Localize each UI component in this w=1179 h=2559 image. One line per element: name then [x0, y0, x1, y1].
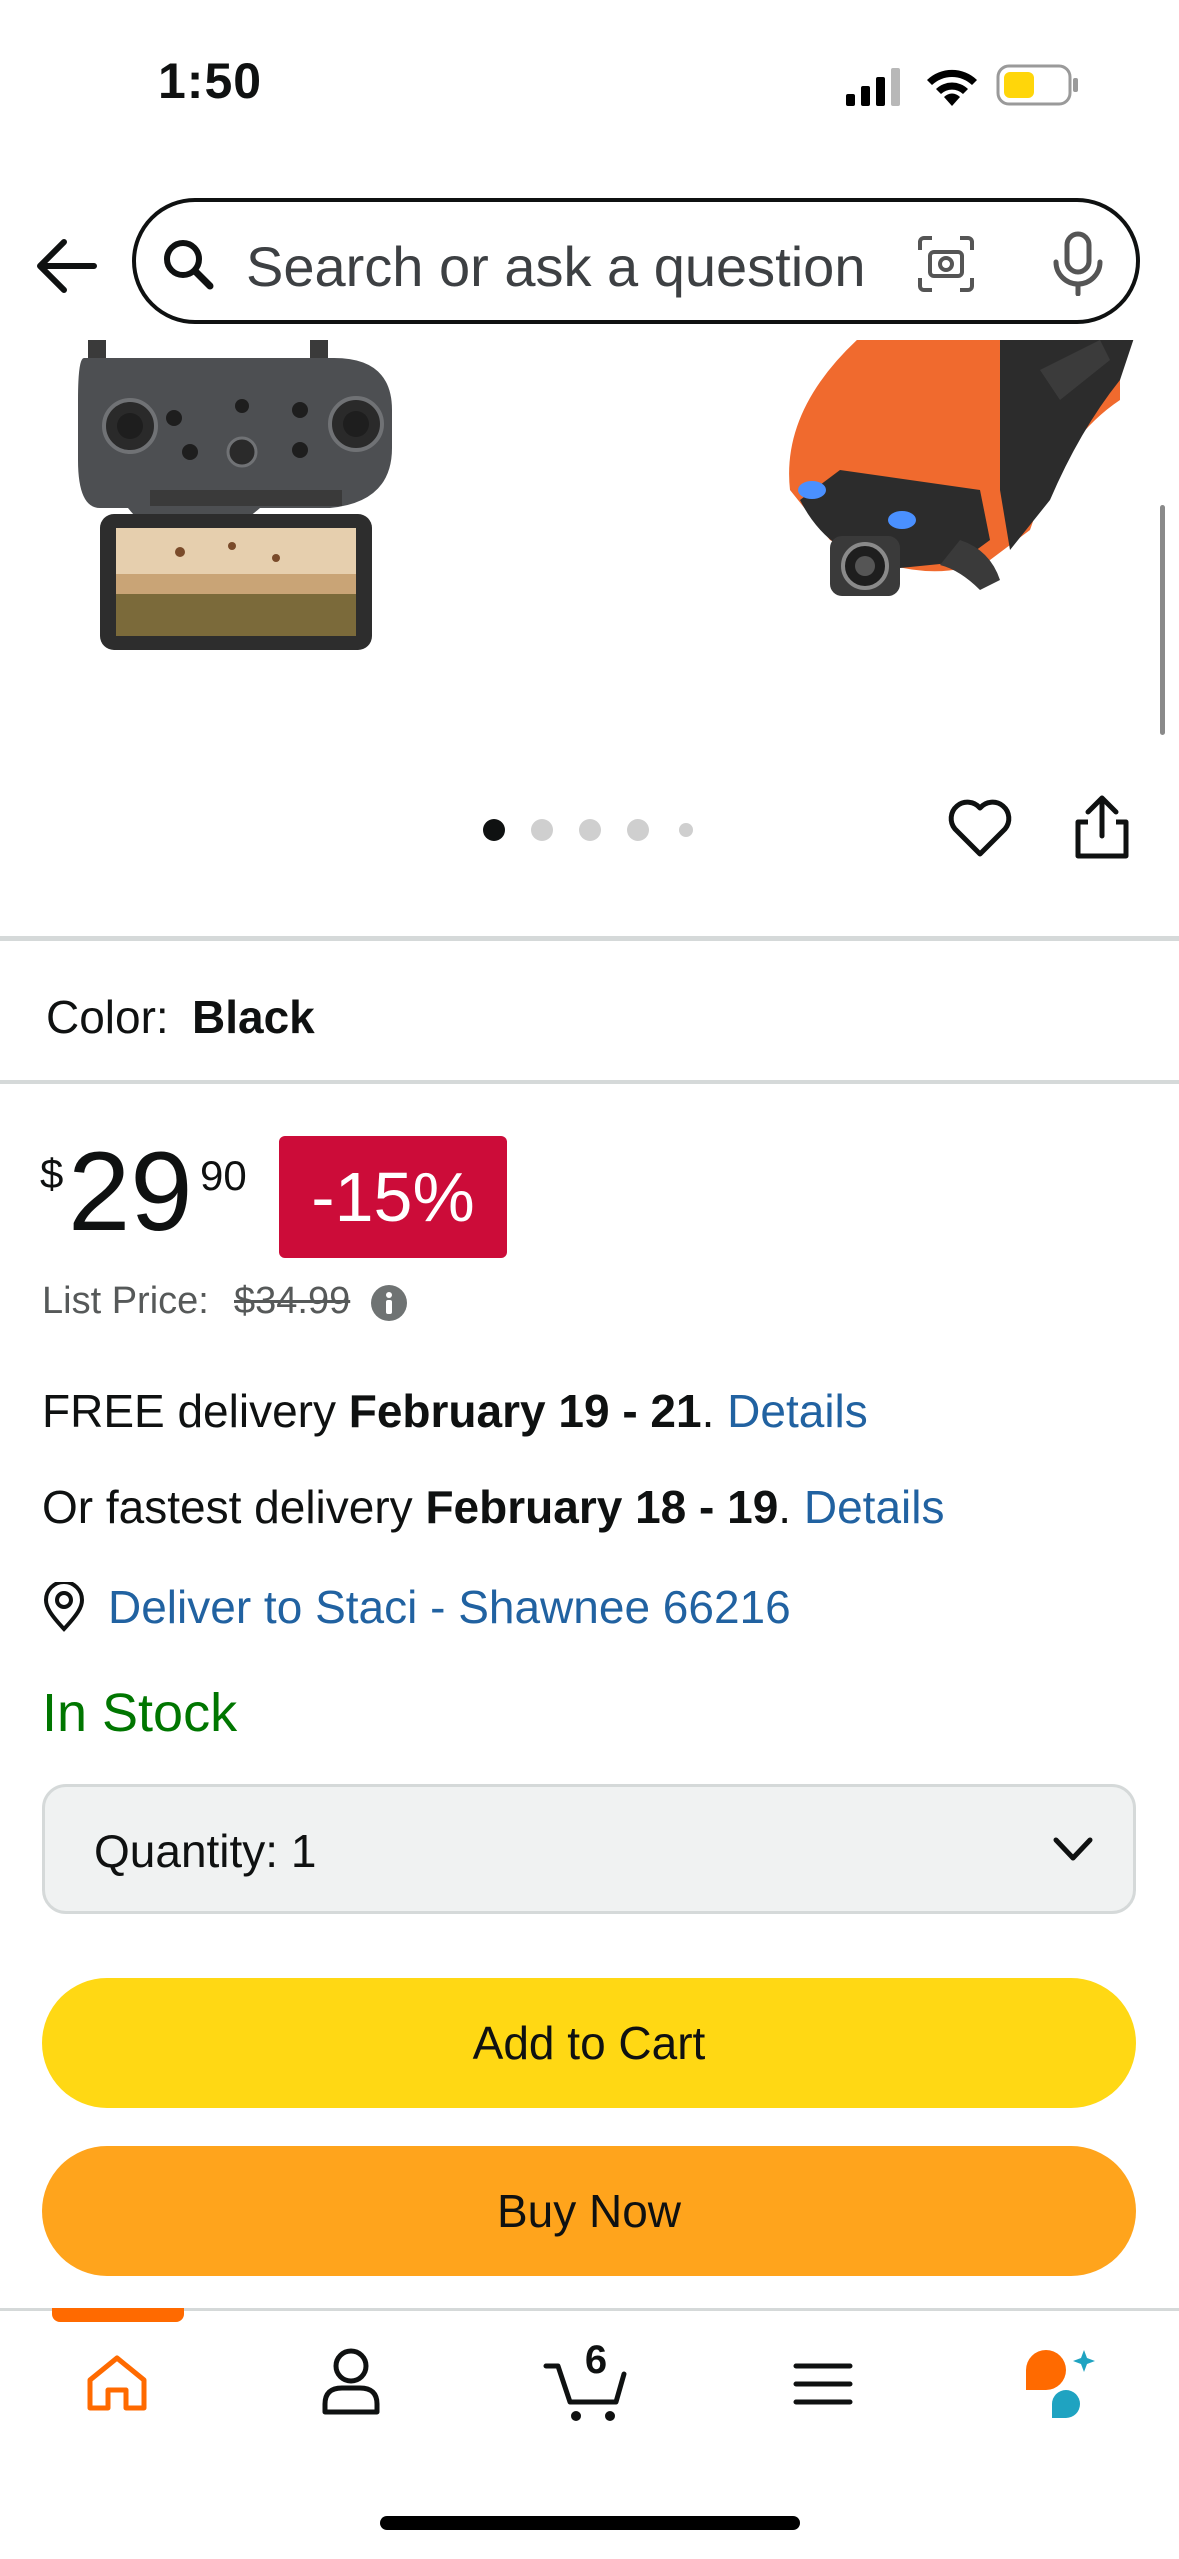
scroll-indicator: [1160, 505, 1165, 735]
color-label: Color:: [46, 991, 169, 1043]
cart-count-badge: 6: [584, 2338, 608, 2382]
chevron-down-icon: [1053, 1837, 1093, 1861]
quantity-value: 1: [290, 1825, 317, 1877]
microphone-icon[interactable]: [1048, 230, 1108, 296]
product-image-gallery[interactable]: [0, 340, 1179, 780]
buy-now-button[interactable]: Buy Now: [42, 2146, 1136, 2276]
list-price-label: List Price:: [42, 1280, 209, 1322]
section-divider: [0, 936, 1179, 941]
account-icon[interactable]: [320, 2346, 382, 2416]
fastest-delivery-dates: February 18 - 19: [425, 1481, 779, 1533]
stock-status: In Stock: [42, 1683, 238, 1743]
free-delivery-line: FREE delivery February 19 - 21. Details: [42, 1385, 868, 1437]
deliver-to-link[interactable]: Deliver to Staci - Shawnee 66216: [108, 1580, 791, 1634]
heart-icon[interactable]: [945, 796, 1015, 860]
location-pin-icon: [43, 1582, 85, 1632]
price-whole: 29: [68, 1129, 193, 1254]
home-indicator: [380, 2516, 800, 2530]
search-input[interactable]: Search or ask a question: [246, 234, 926, 299]
fastest-delivery-details-link[interactable]: Details: [804, 1481, 945, 1533]
back-arrow-icon[interactable]: [30, 230, 102, 302]
share-icon[interactable]: [1070, 792, 1134, 862]
battery-icon: [996, 64, 1078, 106]
free-delivery-dates: February 19 - 21: [348, 1385, 702, 1437]
search-icon: [164, 240, 214, 290]
price-currency: $: [40, 1150, 64, 1197]
free-delivery-details-link[interactable]: Details: [727, 1385, 868, 1437]
drone-product-images: [78, 340, 1134, 650]
fastest-delivery-line: Or fastest delivery February 18 - 19. De…: [42, 1481, 945, 1533]
wifi-icon: [927, 69, 977, 106]
camera-lens-icon[interactable]: [916, 234, 976, 294]
add-to-cart-button[interactable]: Add to Cart: [42, 1978, 1136, 2108]
info-icon[interactable]: [370, 1284, 408, 1322]
home-icon[interactable]: [84, 2352, 150, 2414]
status-time: 1:50: [158, 53, 263, 109]
price-fraction: 90: [200, 1152, 247, 1199]
menu-icon[interactable]: [792, 2360, 854, 2408]
nav-active-indicator: [52, 2308, 184, 2322]
discount-badge: -15%: [279, 1136, 507, 1258]
color-value: Black: [192, 991, 315, 1043]
cellular-signal-icon: [846, 68, 900, 106]
section-divider: [0, 1080, 1179, 1084]
rufus-assistant-icon[interactable]: [1022, 2346, 1098, 2422]
list-price-value: $34.99: [234, 1280, 351, 1322]
quantity-label: Quantity: 1: [94, 1825, 317, 1877]
